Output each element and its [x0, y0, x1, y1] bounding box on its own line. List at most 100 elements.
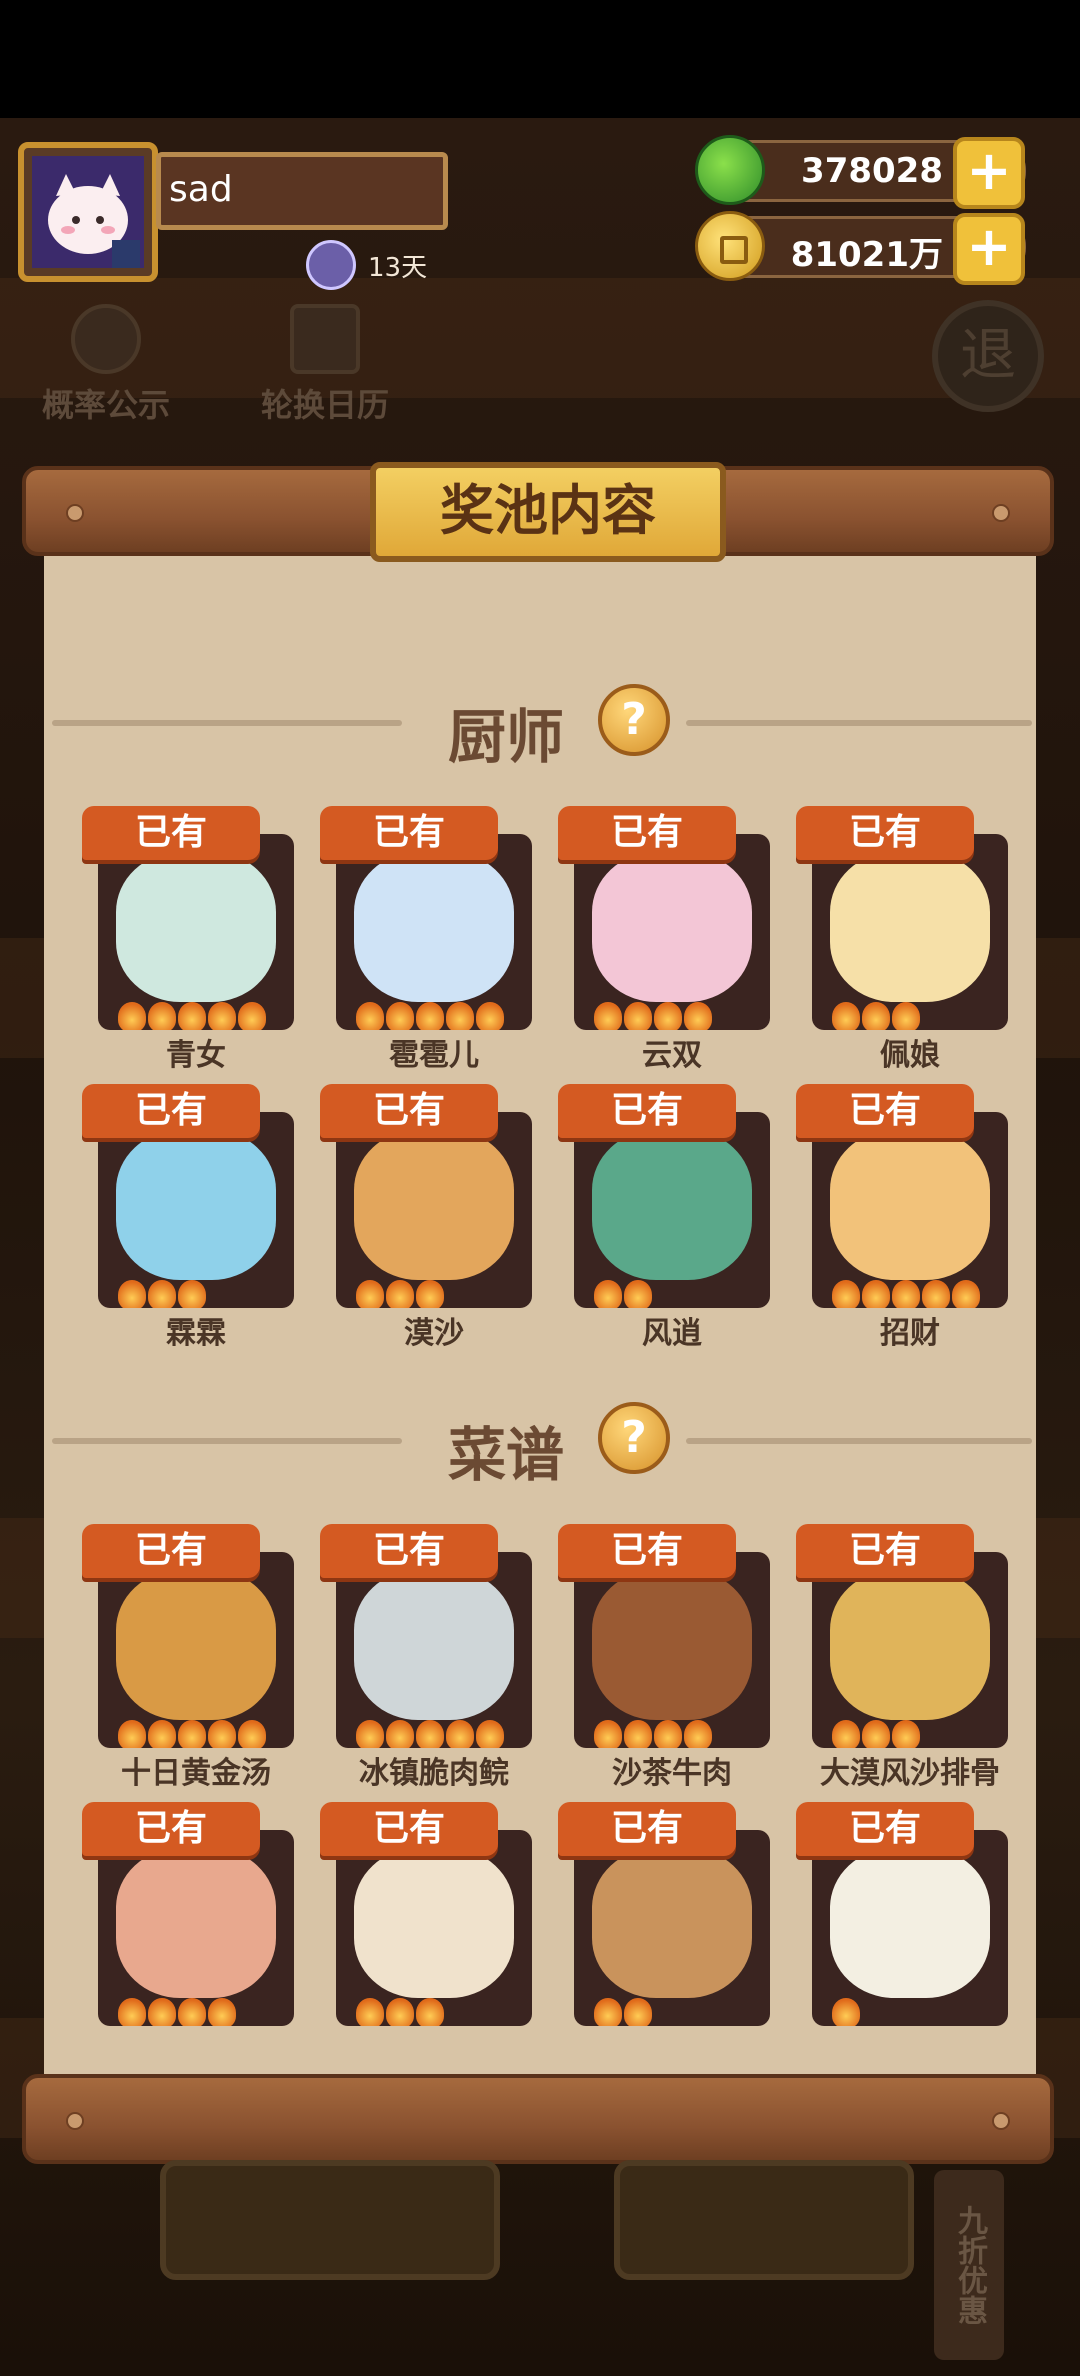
calendar-button[interactable]: 轮换日历: [250, 304, 400, 426]
flame-star-icon: [684, 1720, 712, 1748]
recipe-card[interactable]: 已有: [796, 1802, 1008, 2042]
flame-star-icon: [208, 1002, 236, 1030]
owned-badge: 已有: [320, 806, 498, 860]
dish-image: [116, 1848, 276, 1998]
flame-star-icon: [416, 1002, 444, 1030]
apple-icon: [695, 135, 765, 205]
flame-star-icon: [148, 1280, 176, 1308]
calendar-label: 轮换日历: [260, 386, 389, 424]
rarity-stars: [594, 1720, 712, 1748]
flame-star-icon: [892, 1720, 920, 1748]
coin-amount: 81021万: [790, 235, 943, 275]
flame-star-icon: [892, 1002, 920, 1030]
recipe-card[interactable]: 已有 大漠风沙排骨: [796, 1524, 1008, 1791]
recipe-card[interactable]: 已有: [82, 1802, 294, 2042]
flame-star-icon: [118, 1280, 146, 1308]
coin-icon: [695, 211, 765, 281]
owned-badge: 已有: [796, 806, 974, 860]
section-header: 菜谱?: [44, 1400, 1036, 1489]
flame-star-icon: [624, 1998, 652, 2026]
item-name: 漠沙: [404, 1316, 464, 1351]
flame-star-icon: [832, 1280, 860, 1308]
chef-card[interactable]: 已有雹雹儿: [320, 806, 532, 1073]
card-frame: [98, 834, 294, 1030]
coin-currency: 81021万 +: [695, 211, 1026, 285]
probability-label: 概率公示: [41, 386, 170, 424]
chef-card[interactable]: 已有 云双: [558, 806, 770, 1073]
card-frame: [574, 1830, 770, 2026]
recipe-card[interactable]: 已有 沙茶牛肉: [558, 1524, 770, 1791]
card-frame: [336, 1112, 532, 1308]
help-icon[interactable]: ?: [598, 1402, 670, 1474]
owned-badge: 已有: [82, 1524, 260, 1578]
card-frame: [336, 1830, 532, 2026]
draw-ten-button: [614, 2160, 914, 2280]
rarity-stars: [118, 1280, 206, 1308]
item-name: 沙茶牛肉: [612, 1756, 732, 1791]
flame-star-icon: [684, 1002, 712, 1030]
flame-star-icon: [416, 1998, 444, 2026]
flame-star-icon: [356, 1002, 384, 1030]
recipe-card[interactable]: 已有: [320, 1802, 532, 2042]
scroll-bottom-rod: [22, 2074, 1054, 2164]
flame-star-icon: [446, 1002, 474, 1030]
probability-button[interactable]: 概率公示: [36, 304, 176, 426]
chef-portrait: [354, 852, 514, 1002]
chef-card[interactable]: 已有 霖霖: [82, 1084, 294, 1351]
flame-star-icon: [356, 1280, 384, 1308]
dish-image: [830, 1570, 990, 1720]
flame-star-icon: [386, 1998, 414, 2026]
percent-icon: [71, 304, 141, 374]
rarity-stars: [356, 1998, 444, 2026]
item-name: 十日黄金汤: [121, 1756, 271, 1791]
flame-star-icon: [862, 1280, 890, 1308]
recipe-card[interactable]: 已有十日黄金汤: [82, 1524, 294, 1791]
flame-star-icon: [594, 1998, 622, 2026]
character-badge-icon: [306, 240, 356, 290]
flame-star-icon: [476, 1720, 504, 1748]
chef-portrait: [116, 1130, 276, 1280]
owned-badge: 已有: [82, 1084, 260, 1138]
item-name: 云双: [642, 1038, 702, 1073]
flame-star-icon: [148, 1998, 176, 2026]
chef-card[interactable]: 已有 佩娘: [796, 806, 1008, 1073]
rarity-stars: [594, 1998, 652, 2026]
chef-card[interactable]: 已有 招财: [796, 1084, 1008, 1351]
flame-star-icon: [624, 1720, 652, 1748]
dish-image: [354, 1848, 514, 1998]
flame-star-icon: [148, 1002, 176, 1030]
dish-image: [592, 1848, 752, 1998]
item-name: 雹雹儿: [389, 1038, 479, 1073]
card-frame: [336, 1552, 532, 1748]
flame-star-icon: [178, 1720, 206, 1748]
rarity-stars: [356, 1280, 444, 1308]
exit-button[interactable]: 退: [932, 300, 1044, 412]
recipe-card[interactable]: 已有 冰镇脆肉鲩: [320, 1524, 532, 1791]
flame-star-icon: [416, 1720, 444, 1748]
add-coins-button[interactable]: +: [953, 213, 1025, 285]
chef-card[interactable]: 已有 青女: [82, 806, 294, 1073]
flame-star-icon: [594, 1280, 622, 1308]
player-name: sad: [156, 152, 448, 230]
dish-image: [116, 1570, 276, 1720]
help-icon[interactable]: ?: [598, 684, 670, 756]
card-frame: [574, 1112, 770, 1308]
flame-star-icon: [832, 1998, 860, 2026]
rarity-stars: [594, 1280, 652, 1308]
owned-badge: 已有: [320, 1524, 498, 1578]
flame-star-icon: [922, 1280, 950, 1308]
chef-portrait: [116, 852, 276, 1002]
rarity-stars: [356, 1002, 504, 1030]
chef-card[interactable]: 已有 风逍: [558, 1084, 770, 1351]
owned-badge: 已有: [796, 1802, 974, 1856]
flame-star-icon: [356, 1720, 384, 1748]
chef-card[interactable]: 已有漠沙: [320, 1084, 532, 1351]
recipe-card[interactable]: 已有: [558, 1802, 770, 2042]
add-apples-button[interactable]: +: [953, 137, 1025, 209]
flame-star-icon: [416, 1280, 444, 1308]
player-avatar[interactable]: [18, 142, 158, 282]
draw-one-button: [160, 2160, 500, 2280]
flame-star-icon: [594, 1002, 622, 1030]
owned-badge: 已有: [320, 1084, 498, 1138]
card-frame: [336, 834, 532, 1030]
